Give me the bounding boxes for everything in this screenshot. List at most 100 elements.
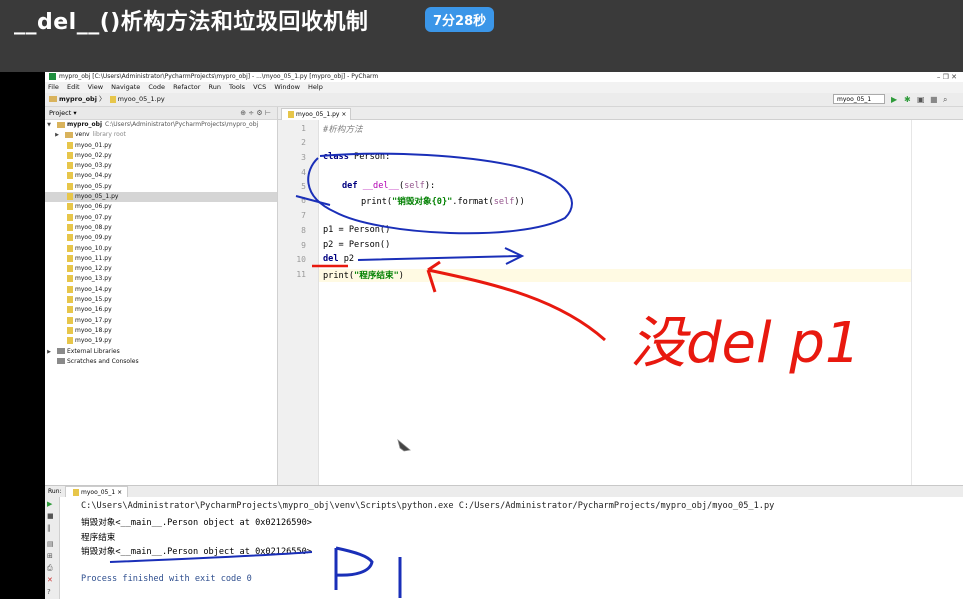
python-file-icon: [67, 223, 73, 231]
tree-scratches[interactable]: Scratches and Consoles: [45, 357, 277, 367]
tree-root[interactable]: ▼ mypro_obj C:\Users\Administrator\Pycharm…: [45, 120, 277, 130]
file-item[interactable]: myoo_07.py: [45, 213, 277, 223]
code-line-8: p1 = Person(): [323, 225, 391, 235]
panel-settings-icon[interactable]: ⊕ ÷ ⚙ ⊢: [240, 107, 271, 119]
paren: ):: [424, 181, 436, 191]
rerun-icon[interactable]: ▶: [47, 500, 52, 508]
tree-external-libraries[interactable]: ▶ External Libraries: [45, 347, 277, 357]
stop-icon[interactable]: ■: [930, 95, 938, 104]
stop-icon[interactable]: ■: [47, 512, 54, 520]
file-item[interactable]: myoo_05.py: [45, 182, 277, 192]
menu-edit[interactable]: Edit: [67, 83, 80, 91]
root-folder-name: mypro_obj: [67, 121, 103, 128]
python-file-icon: [67, 213, 73, 221]
breadcrumb-project[interactable]: mypro_obj: [59, 95, 97, 103]
menu-navigate[interactable]: Navigate: [111, 83, 140, 91]
run-icon[interactable]: ▶: [891, 95, 897, 104]
file-item[interactable]: myoo_14.py: [45, 285, 277, 295]
menu-tools[interactable]: Tools: [229, 83, 245, 91]
tree-venv[interactable]: ▶ venv library root: [45, 130, 277, 140]
file-item[interactable]: myoo_04.py: [45, 171, 277, 181]
console-exit-line: Process finished with exit code 0: [81, 574, 252, 584]
menu-window[interactable]: Window: [274, 83, 300, 91]
file-item[interactable]: myoo_11.py: [45, 254, 277, 264]
python-file-icon: [67, 275, 73, 283]
menu-run[interactable]: Run: [208, 83, 220, 91]
file-item[interactable]: myoo_06.py: [45, 202, 277, 212]
file-item[interactable]: myoo_16.py: [45, 305, 277, 315]
project-tool-window: Project ▾ ⊕ ÷ ⚙ ⊢ ▼ mypro_obj C:\Users\Adm…: [45, 107, 278, 485]
folder-icon: [57, 121, 65, 128]
close-icon[interactable]: ✕: [47, 576, 53, 584]
python-file-icon: [67, 151, 73, 159]
file-item[interactable]: myoo_10.py: [45, 244, 277, 254]
file-name: myoo_05.py: [75, 182, 112, 190]
editor-tab[interactable]: myoo_05_1.py ×: [281, 108, 352, 120]
menu-refactor[interactable]: Refactor: [173, 83, 200, 91]
project-panel-header: Project ▾ ⊕ ÷ ⚙ ⊢: [45, 107, 277, 120]
run-console[interactable]: C:\Users\Administrator\PycharmProjects\m…: [60, 497, 963, 599]
layout-icon[interactable]: ▤: [47, 540, 54, 548]
project-panel-title[interactable]: Project: [49, 109, 71, 117]
file-name: myoo_09.py: [75, 234, 112, 242]
console-line: 销毁对象<__main__.Person object at 0x0212659…: [81, 518, 312, 528]
run-toolbar: ▶ ■ ‖ ▤ ⊞ ⎙ ✕ ?: [45, 497, 60, 599]
file-item[interactable]: myoo_12.py: [45, 264, 277, 274]
window-controls[interactable]: – ❐ ✕: [937, 72, 957, 82]
close-tab-icon[interactable]: ×: [341, 111, 346, 118]
menu-help[interactable]: Help: [308, 83, 323, 91]
file-name: myoo_05_1.py: [75, 193, 119, 201]
file-name: myoo_19.py: [75, 337, 112, 345]
file-item[interactable]: myoo_09.py: [45, 233, 277, 243]
coverage-icon[interactable]: ▣: [917, 95, 925, 104]
code-line-6: print("销毁对象{0}".format(self)): [361, 195, 525, 207]
navigation-bar: mypro_obj 〉 myoo_05_1.py: [45, 93, 963, 107]
help-icon[interactable]: ?: [47, 588, 51, 596]
collapse-arrow-icon[interactable]: ▶: [53, 130, 61, 140]
folder-icon: [49, 96, 57, 102]
venv-name: venv: [75, 131, 90, 139]
file-item[interactable]: myoo_08.py: [45, 223, 277, 233]
file-item[interactable]: myoo_05_1.py: [45, 192, 277, 203]
file-item[interactable]: myoo_03.py: [45, 161, 277, 171]
menu-code[interactable]: Code: [148, 83, 165, 91]
line-number: 7: [301, 211, 306, 220]
file-name: myoo_18.py: [75, 326, 112, 334]
line-number: 4: [301, 168, 306, 177]
file-item[interactable]: myoo_17.py: [45, 316, 277, 326]
collapse-arrow-icon[interactable]: ▶: [45, 347, 53, 357]
console-line: C:\Users\Administrator\PycharmProjects\m…: [81, 501, 775, 511]
class-name: Person:: [348, 152, 391, 162]
python-file-icon: [109, 95, 116, 103]
pin-icon[interactable]: ⊞: [47, 552, 53, 560]
code-line-9: p2 = Person(): [323, 240, 391, 250]
file-name: myoo_16.py: [75, 306, 112, 314]
search-icon[interactable]: ⌕: [943, 95, 947, 104]
pause-icon[interactable]: ‖: [47, 524, 51, 532]
file-item[interactable]: myoo_13.py: [45, 274, 277, 284]
menu-view[interactable]: View: [88, 83, 103, 91]
menu-file[interactable]: File: [48, 83, 59, 91]
python-file-icon: [67, 193, 73, 201]
print-icon[interactable]: ⎙: [47, 564, 53, 572]
file-item[interactable]: myoo_18.py: [45, 326, 277, 336]
file-name: myoo_17.py: [75, 316, 112, 324]
current-line-highlight: [319, 269, 911, 282]
debug-icon[interactable]: ✱: [904, 95, 911, 104]
run-config-select[interactable]: myoo_05_1: [833, 94, 885, 104]
window-title: mypro_obj [C:\Users\Administrator\Pychar…: [59, 73, 379, 80]
expand-arrow-icon[interactable]: ▼: [45, 120, 53, 130]
file-item[interactable]: myoo_15.py: [45, 295, 277, 305]
file-item[interactable]: myoo_02.py: [45, 151, 277, 161]
watermark: [732, 585, 932, 599]
breadcrumb-file[interactable]: myoo_05_1.py: [118, 95, 165, 103]
code-editor[interactable]: #析构方法 class Person: def __del__(self): p…: [319, 120, 911, 485]
self-arg: self: [493, 197, 515, 207]
menu-vcs[interactable]: VCS: [253, 83, 266, 91]
file-item[interactable]: myoo_01.py: [45, 141, 277, 151]
string-literal: "程序结束": [354, 271, 399, 281]
format-call: .format(: [452, 197, 494, 207]
code-line-5: def __del__(self):: [342, 181, 435, 191]
comment: #析构方法: [323, 125, 363, 135]
file-item[interactable]: myoo_19.py: [45, 336, 277, 346]
